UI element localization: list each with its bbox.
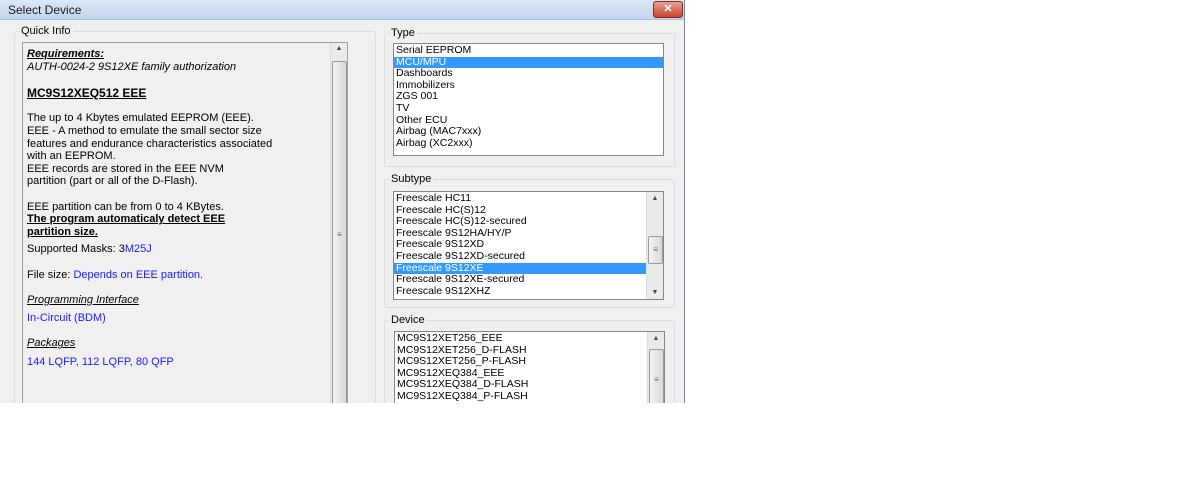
scroll-down-icon[interactable]: ▼ — [647, 289, 663, 296]
type-list-item[interactable]: Airbag (MAC7xxx) — [394, 126, 663, 138]
type-listbox[interactable]: Serial EEPROM MCU/MPU Dashboards Immobilize… — [393, 43, 664, 156]
quick-info-panel: Requirements: AUTH-0024-2 9S12XE family … — [22, 42, 348, 403]
file-size-label: File size: — [27, 268, 74, 281]
auto-detect-text: partition size. — [27, 225, 98, 238]
desc-line: EEE records are stored in the EEE NVM — [27, 162, 224, 175]
window-title: Select Device — [8, 3, 82, 17]
quick-info-scrollbar[interactable]: ▲ ≡ — [330, 43, 347, 403]
subtype-list-item[interactable]: Freescale HC11 — [394, 192, 663, 205]
file-size: File size: Depends on EEE partition. — [27, 269, 327, 282]
partition-text: EEE partition can be from 0 to 4 KBytes. — [27, 200, 224, 213]
interface-heading: Programming Interface — [27, 293, 139, 306]
device-listbox[interactable]: MC9S12XET256_EEE MC9S12XET256_D-FLASH MC9S… — [394, 331, 665, 403]
desc-line: EEE - A method to emulate the small sect… — [27, 124, 262, 137]
select-device-dialog: Select Device ✕ Quick Info Requirements:… — [0, 0, 685, 403]
device-list-item[interactable]: MC9S12XET256_EEE — [395, 332, 664, 345]
type-list-item[interactable]: ZGS 001 — [394, 91, 663, 103]
interface-value: In-Circuit (BDM) — [27, 312, 106, 325]
subtype-scrollbar[interactable]: ▲ ≡ ▼ — [646, 192, 663, 299]
scroll-thumb[interactable]: ≡ — [648, 236, 663, 264]
device-scrollbar[interactable]: ▲ ≡ — [647, 332, 664, 403]
auto-detect-text: The program automaticaly detect EEE — [27, 213, 226, 226]
packages-value: 144 LQFP, 112 LQFP, 80 QFP — [27, 356, 174, 369]
supported-masks: Supported Masks: 3M25J — [27, 243, 327, 256]
masks-label: Supported Masks: — [27, 243, 119, 256]
desc-line: partition (part or all of the D-Flash). — [27, 175, 198, 188]
scroll-thumb[interactable]: ≡ — [649, 349, 664, 403]
subtype-list-item[interactable]: Freescale 9S12XE-secured — [394, 274, 663, 286]
desc-line: The up to 4 Kbytes emulated EEPROM (EEE)… — [27, 112, 254, 125]
close-button[interactable]: ✕ — [653, 1, 683, 18]
desc-line: with an EEPROM. — [27, 150, 116, 163]
subtype-listbox[interactable]: Freescale HC11 Freescale HC(S)12 Freescale… — [393, 191, 664, 300]
title-bar: Select Device ✕ — [0, 0, 684, 20]
subtype-list-item[interactable]: Freescale 9S12XHZ — [394, 285, 663, 298]
scroll-up-icon[interactable]: ▲ — [648, 335, 664, 342]
device-list-item[interactable]: MC9S12XEQ384_P-FLASH — [395, 390, 664, 403]
scroll-up-icon[interactable]: ▲ — [647, 195, 663, 202]
device-heading: MC9S12XEQ512 EEE — [27, 85, 147, 100]
type-list-item[interactable]: Serial EEPROM — [394, 44, 663, 57]
masks-value: M25J — [124, 243, 152, 256]
scroll-thumb[interactable]: ≡ — [332, 61, 347, 403]
subtype-label: Subtype — [389, 173, 434, 185]
type-list-item[interactable]: Airbag (XC2xxx) — [394, 137, 663, 150]
quick-info-label: Quick Info — [19, 25, 73, 37]
packages-heading: Packages — [27, 337, 76, 350]
subtype-list-item[interactable]: Freescale 9S12XD-secured — [394, 250, 663, 263]
requirements-heading: Requirements: — [27, 48, 105, 60]
file-size-value: Depends on EEE partition. — [73, 268, 204, 281]
type-label: Type — [389, 27, 417, 39]
requirements-text: AUTH-0024-2 9S12XE family authorization — [27, 60, 237, 73]
desc-line: features and endurance characteristics a… — [27, 137, 273, 150]
type-list-item[interactable]: TV — [394, 102, 663, 115]
scroll-up-icon[interactable]: ▲ — [331, 45, 347, 52]
device-label: Device — [389, 314, 427, 326]
